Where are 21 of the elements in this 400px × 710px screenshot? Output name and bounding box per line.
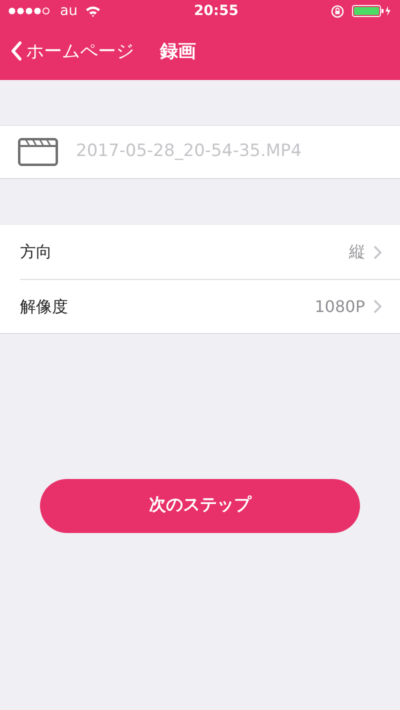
clapperboard-icon	[18, 138, 58, 166]
file-name-row[interactable]: 2017-05-28_20-54-35.MP4	[0, 125, 400, 179]
back-icon	[10, 41, 22, 61]
signal-icon	[8, 7, 52, 15]
battery-icon	[352, 5, 392, 17]
page-title: 録画	[160, 40, 196, 64]
file-name-field[interactable]: 2017-05-28_20-54-35.MP4	[74, 138, 382, 166]
wifi-icon	[85, 5, 102, 17]
carrier-name: au	[60, 2, 78, 20]
setting-label: 解像度	[20, 296, 68, 318]
clock-time: 20:55	[194, 2, 239, 20]
setting-value: 縦	[349, 241, 365, 263]
setting-value: 1080P	[314, 296, 365, 318]
back-button[interactable]: ホームページ	[10, 38, 134, 64]
next-step-button[interactable]: 次のステップ	[40, 479, 360, 533]
settings-row[interactable]: 解像度 1080P	[20, 279, 400, 333]
setting-label: 方向	[20, 241, 52, 263]
rotation-lock-icon	[331, 4, 344, 18]
chevron-icon	[373, 244, 382, 260]
chevron-icon	[373, 299, 382, 314]
settings-row[interactable]: 方向 縦	[0, 225, 400, 279]
